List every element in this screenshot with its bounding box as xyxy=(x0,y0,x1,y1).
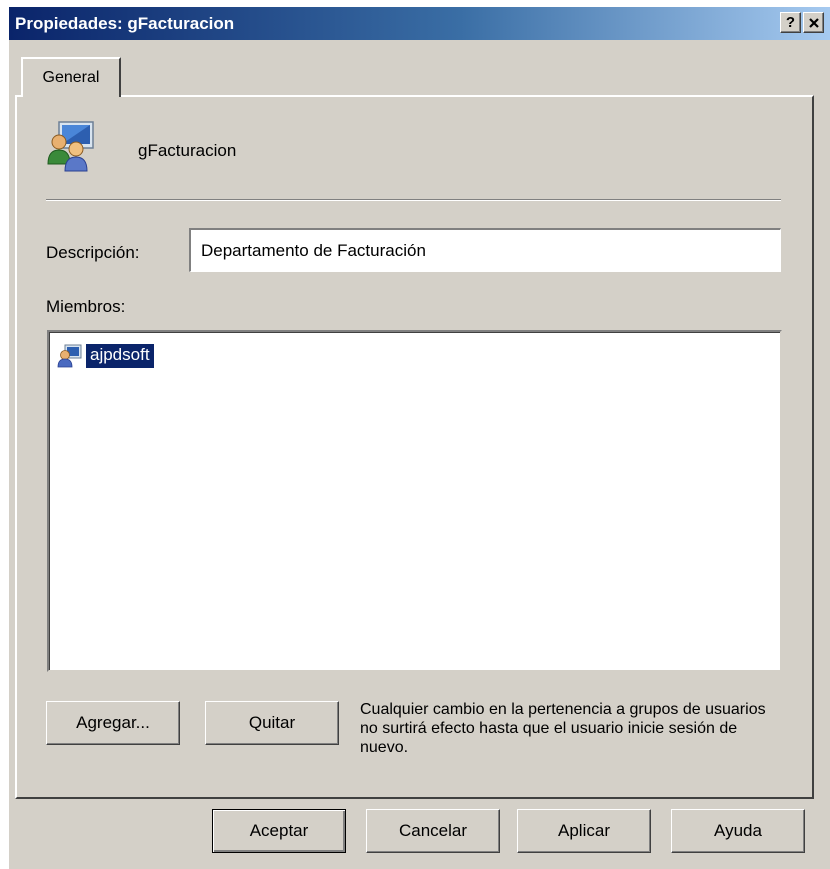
window-title: Propiedades: gFacturacion xyxy=(15,13,235,33)
help-dialog-button[interactable]: Ayuda xyxy=(671,809,805,853)
separator xyxy=(46,199,781,201)
tab-general[interactable]: General xyxy=(21,57,121,97)
members-list[interactable]: ajpdsoft xyxy=(47,330,782,672)
title-bar[interactable]: Propiedades: gFacturacion ? xyxy=(9,7,830,40)
membership-note: Cualquier cambio en la pertenencia a gru… xyxy=(360,701,766,756)
help-button[interactable]: ? xyxy=(780,12,801,33)
list-item[interactable]: ajpdsoft xyxy=(57,342,154,370)
add-button[interactable]: Agregar... xyxy=(46,701,180,745)
group-name: gFacturacion xyxy=(138,141,237,160)
close-button[interactable] xyxy=(803,12,824,33)
close-icon xyxy=(808,17,819,28)
user-icon xyxy=(57,344,82,368)
description-input[interactable] xyxy=(189,228,781,272)
cancel-button[interactable]: Cancelar xyxy=(366,809,500,853)
remove-button[interactable]: Quitar xyxy=(205,701,339,745)
description-label: Descripción: xyxy=(46,243,140,262)
members-label: Miembros: xyxy=(46,297,126,316)
ok-button[interactable]: Aceptar xyxy=(212,809,346,853)
group-users-icon xyxy=(45,118,101,174)
apply-button[interactable]: Aplicar xyxy=(517,809,651,853)
member-name: ajpdsoft xyxy=(86,344,154,368)
